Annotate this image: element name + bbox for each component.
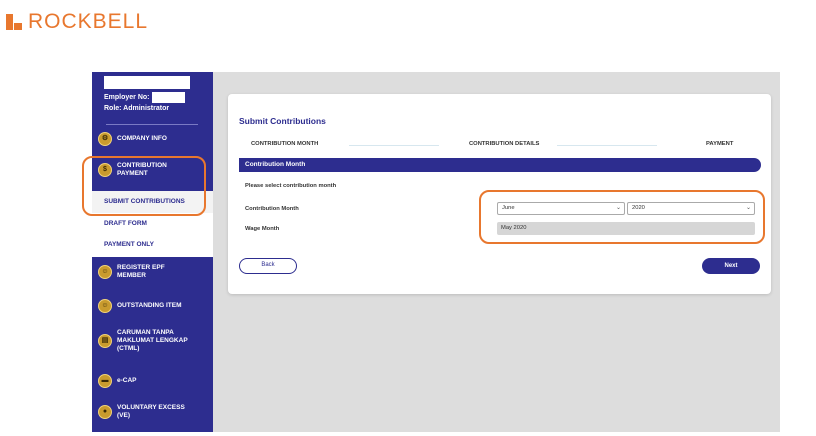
next-button[interactable]: Next: [702, 258, 760, 274]
submenu-payment-only[interactable]: PAYMENT ONLY: [104, 241, 154, 248]
sidebar-item-e-cap[interactable]: ▬ e-CAP: [92, 374, 213, 388]
employer-label: Employer No:: [104, 94, 150, 101]
year-select-value: 2020: [632, 205, 645, 211]
sidebar-item-company-info[interactable]: ⚙ COMPANY INFO: [92, 132, 213, 146]
contribution-month-label: Contribution Month: [245, 206, 299, 212]
brand-logo: ROCKBELL: [6, 10, 148, 34]
sidebar-item-label: REGISTER EPF MEMBER: [117, 264, 165, 279]
user-role: Role: Administrator: [104, 105, 170, 112]
back-button[interactable]: Back: [239, 258, 297, 274]
month-select-value: June: [502, 205, 515, 211]
person-icon: ☺: [98, 299, 112, 313]
sidebar-item-label: CONTRIBUTION PAYMENT: [117, 162, 167, 177]
sidebar-item-ctml[interactable]: ▤ CARUMAN TANPA MAKLUMAT LENGKAP (CTML): [92, 329, 192, 353]
sidebar-item-label: CARUMAN TANPA MAKLUMAT LENGKAP (CTML): [117, 329, 188, 352]
coin-icon: ●: [98, 405, 112, 419]
rockbell-logo-icon: [6, 14, 22, 30]
sidebar: Employer No: Role: Administrator ⚙ COMPA…: [92, 72, 213, 432]
employer-number: Employer No:: [104, 92, 185, 103]
step-payment: PAYMENT: [706, 141, 734, 147]
money-bag-icon: $: [98, 163, 112, 177]
sidebar-item-label: VOLUNTARY EXCESS (VE): [117, 404, 185, 419]
progress-steps: CONTRIBUTION MONTH CONTRIBUTION DETAILS …: [239, 141, 761, 151]
screen: ROCKBELL Employer No: Role: Administrato…: [0, 0, 816, 436]
sidebar-item-label: OUTSTANDING ITEM: [117, 302, 182, 309]
document-icon: ▤: [98, 334, 112, 348]
gear-icon: ⚙: [98, 132, 112, 146]
step-contribution-details: CONTRIBUTION DETAILS: [469, 141, 540, 147]
chevron-down-icon: ⌄: [745, 205, 751, 211]
brand-name: ROCKBELL: [28, 10, 149, 33]
year-select[interactable]: 2020 ⌄: [627, 202, 755, 215]
month-select[interactable]: June ⌄: [497, 202, 625, 215]
step-contribution-month: CONTRIBUTION MONTH: [251, 141, 319, 147]
sidebar-item-label: e-CAP: [117, 377, 137, 384]
sidebar-item-voluntary-excess[interactable]: ● VOLUNTARY EXCESS (VE): [92, 404, 192, 420]
app-window: Employer No: Role: Administrator ⚙ COMPA…: [92, 72, 780, 432]
sidebar-item-contribution-payment[interactable]: $ CONTRIBUTION PAYMENT: [92, 162, 172, 178]
user-name-box: [104, 76, 190, 89]
submenu-submit-contributions[interactable]: SUBMIT CONTRIBUTIONS: [104, 198, 185, 205]
sidebar-item-register-epf-member[interactable]: ☺ REGISTER EPF MEMBER: [92, 264, 170, 280]
wage-month-label: Wage Month: [245, 226, 280, 232]
card-icon: ▬: [98, 374, 112, 388]
step-connector: [557, 145, 657, 146]
sidebar-item-label: COMPANY INFO: [117, 135, 167, 142]
sidebar-item-outstanding-item[interactable]: ☺ OUTSTANDING ITEM: [92, 299, 213, 313]
submit-contributions-card: Submit Contributions CONTRIBUTION MONTH …: [228, 94, 771, 294]
sidebar-divider: [106, 124, 198, 125]
section-header: Contribution Month: [239, 158, 761, 172]
contribution-submenu: SUBMIT CONTRIBUTIONS DRAFT FORM PAYMENT …: [92, 191, 213, 257]
submenu-draft-form[interactable]: DRAFT FORM: [104, 220, 147, 227]
step-connector: [349, 145, 439, 146]
person-icon: ☺: [98, 265, 112, 279]
employer-number-box: [151, 92, 185, 103]
wage-month-field: May 2020: [497, 222, 755, 235]
chevron-down-icon: ⌄: [615, 205, 621, 211]
page-title: Submit Contributions: [239, 116, 326, 126]
instruction-text: Please select contribution month: [245, 183, 337, 189]
